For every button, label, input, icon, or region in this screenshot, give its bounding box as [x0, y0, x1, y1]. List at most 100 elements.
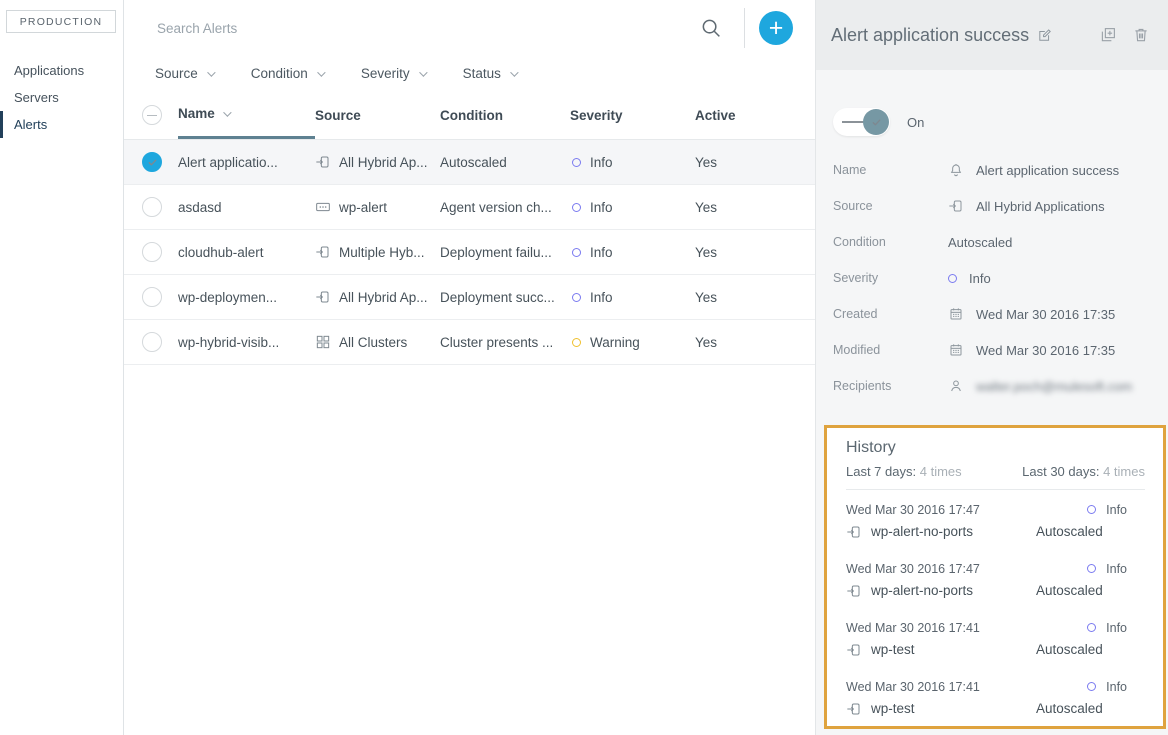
table-row[interactable]: wp-deploymen...All Hybrid Ap...Deploymen… — [124, 275, 815, 320]
sidebar-item-servers[interactable]: Servers — [0, 84, 123, 111]
filter-label: Source — [155, 66, 198, 81]
alert-detail-panel: Alert application success On NameAlert a… — [815, 0, 1168, 735]
field-value-text: Wed Mar 30 2016 17:35 — [976, 307, 1115, 322]
check-icon — [871, 117, 882, 128]
field-value: Wed Mar 30 2016 17:35 — [948, 342, 1115, 358]
history-condition: Autoscaled — [1036, 701, 1145, 716]
history-entry: Wed Mar 30 2016 17:47Infowp-alert-no-por… — [846, 490, 1145, 549]
sidebar-item-applications[interactable]: Applications — [0, 57, 123, 84]
alert-source: All Hybrid Ap... — [315, 289, 440, 305]
history-severity: Info — [1087, 562, 1145, 576]
history-entries: Wed Mar 30 2016 17:47Info wp-alert-no-por… — [846, 490, 1145, 726]
history-entry-top: Wed Mar 30 2016 17:41 Info — [846, 678, 1145, 695]
table-row[interactable]: cloudhub-alertMultiple Hyb...Deployment … — [124, 230, 815, 275]
alert-active: Yes — [695, 290, 815, 305]
alert-enabled-toggle[interactable] — [833, 108, 890, 136]
column-header-severity[interactable]: Severity — [570, 91, 695, 139]
search-icon[interactable] — [700, 17, 723, 40]
search-input[interactable] — [155, 13, 700, 43]
sidebar-item-label: Servers — [14, 90, 59, 105]
history-source: wp-alert-no-ports — [846, 583, 1036, 599]
alert-source-label: All Clusters — [339, 335, 407, 350]
filter-bar: Source Condition Severity Status — [124, 56, 815, 91]
alert-active: Yes — [695, 245, 815, 260]
alert-severity: Info — [570, 245, 695, 260]
hybrid-app-icon — [846, 701, 862, 717]
history-condition: Autoscaled — [1036, 524, 1145, 539]
column-header-name[interactable]: Name — [178, 91, 315, 139]
row-checkbox[interactable] — [142, 242, 162, 262]
history-source: wp-test — [846, 642, 1036, 658]
table-row[interactable]: asdasdwp-alertAgent version ch...InfoYes — [124, 185, 815, 230]
delete-icon[interactable] — [1132, 26, 1150, 44]
history-section: History Last 7 days: 4 times Last 30 day… — [824, 425, 1166, 729]
alert-name: Alert applicatio... — [178, 155, 315, 170]
history-entry-top: Wed Mar 30 2016 17:47Info — [846, 501, 1145, 518]
history-condition: Autoscaled — [1036, 642, 1145, 657]
add-alert-button[interactable]: + — [759, 11, 793, 45]
alert-source: All Hybrid Ap... — [315, 154, 440, 170]
field-value-text: Info — [969, 271, 991, 286]
field-label: Source — [833, 199, 948, 213]
sidebar: PRODUCTION Applications Servers Alerts — [0, 0, 124, 735]
alert-source-label: All Hybrid Ap... — [339, 155, 428, 170]
history-date: Wed Mar 30 2016 17:41 — [846, 680, 980, 694]
alert-severity-label: Info — [590, 290, 613, 305]
alert-severity-label: Info — [590, 245, 613, 260]
history-severity-label: Info — [1106, 503, 1127, 517]
alert-severity: Info — [570, 200, 695, 215]
calendar-icon — [948, 306, 964, 322]
alerts-table: Alert applicatio...All Hybrid Ap...Autos… — [124, 140, 815, 365]
history-severity: Info — [1087, 621, 1145, 635]
alert-condition: Agent version ch... — [440, 200, 570, 215]
filter-condition[interactable]: Condition — [251, 66, 323, 81]
column-header-condition[interactable]: Condition — [440, 91, 570, 139]
alert-condition: Deployment succ... — [440, 290, 570, 305]
sidebar-item-alerts[interactable]: Alerts — [0, 111, 123, 138]
history-source-label: wp-test — [871, 701, 915, 716]
table-row[interactable]: wp-hybrid-visib...All ClustersCluster pr… — [124, 320, 815, 365]
row-checkbox[interactable] — [142, 197, 162, 217]
chevron-down-icon — [223, 108, 231, 116]
severity-info-icon — [1087, 564, 1096, 573]
detail-field-modified: ModifiedWed Mar 30 2016 17:35 — [816, 332, 1168, 368]
detail-fields: NameAlert application successSourceAll H… — [816, 152, 1168, 404]
select-all-checkbox[interactable] — [142, 105, 162, 125]
filter-severity[interactable]: Severity — [361, 66, 425, 81]
panel-title: Alert application success — [831, 25, 1029, 46]
history-severity: Info — [1087, 680, 1145, 694]
row-checkbox-cell — [142, 152, 178, 172]
history-entry: Wed Mar 30 2016 17:41Infowp-testAutoscal… — [846, 608, 1145, 667]
toggle-label: On — [907, 115, 924, 130]
row-checkbox[interactable] — [142, 287, 162, 307]
filter-source[interactable]: Source — [155, 66, 213, 81]
alert-severity: Info — [570, 155, 695, 170]
filter-label: Severity — [361, 66, 410, 81]
alert-condition: Cluster presents ... — [440, 335, 570, 350]
history-severity: Info — [1087, 503, 1145, 517]
alert-source-label: All Hybrid Ap... — [339, 290, 428, 305]
environment-switcher[interactable]: PRODUCTION — [6, 10, 116, 33]
detail-field-created: CreatedWed Mar 30 2016 17:35 — [816, 296, 1168, 332]
alerts-list-pane: + SourceConditionSeverityStatus NameSour… — [124, 0, 815, 735]
filter-status[interactable]: Status — [463, 66, 516, 81]
column-header-label: Name — [178, 106, 215, 121]
alert-name: cloudhub-alert — [178, 245, 315, 260]
application-icon — [315, 199, 331, 215]
row-checkbox[interactable] — [142, 332, 162, 352]
person-icon — [948, 378, 964, 394]
column-header-source[interactable]: Source — [315, 91, 440, 139]
alert-severity-label: Info — [590, 155, 613, 170]
severity-info-icon — [1087, 682, 1096, 691]
history-entry-bottom: wp-test Autoscaled — [846, 700, 1145, 717]
row-checkbox[interactable] — [142, 152, 162, 172]
table-row[interactable]: Alert applicatio...All Hybrid Ap...Autos… — [124, 140, 815, 185]
edit-icon[interactable] — [1037, 28, 1052, 43]
calendar-icon — [948, 342, 964, 358]
chevron-down-icon — [207, 68, 215, 76]
hybrid-app-icon — [315, 289, 331, 305]
column-header-active[interactable]: Active — [695, 91, 815, 139]
field-value-text: Alert application success — [976, 163, 1119, 178]
duplicate-icon[interactable] — [1099, 26, 1117, 44]
chevron-down-icon — [317, 68, 325, 76]
